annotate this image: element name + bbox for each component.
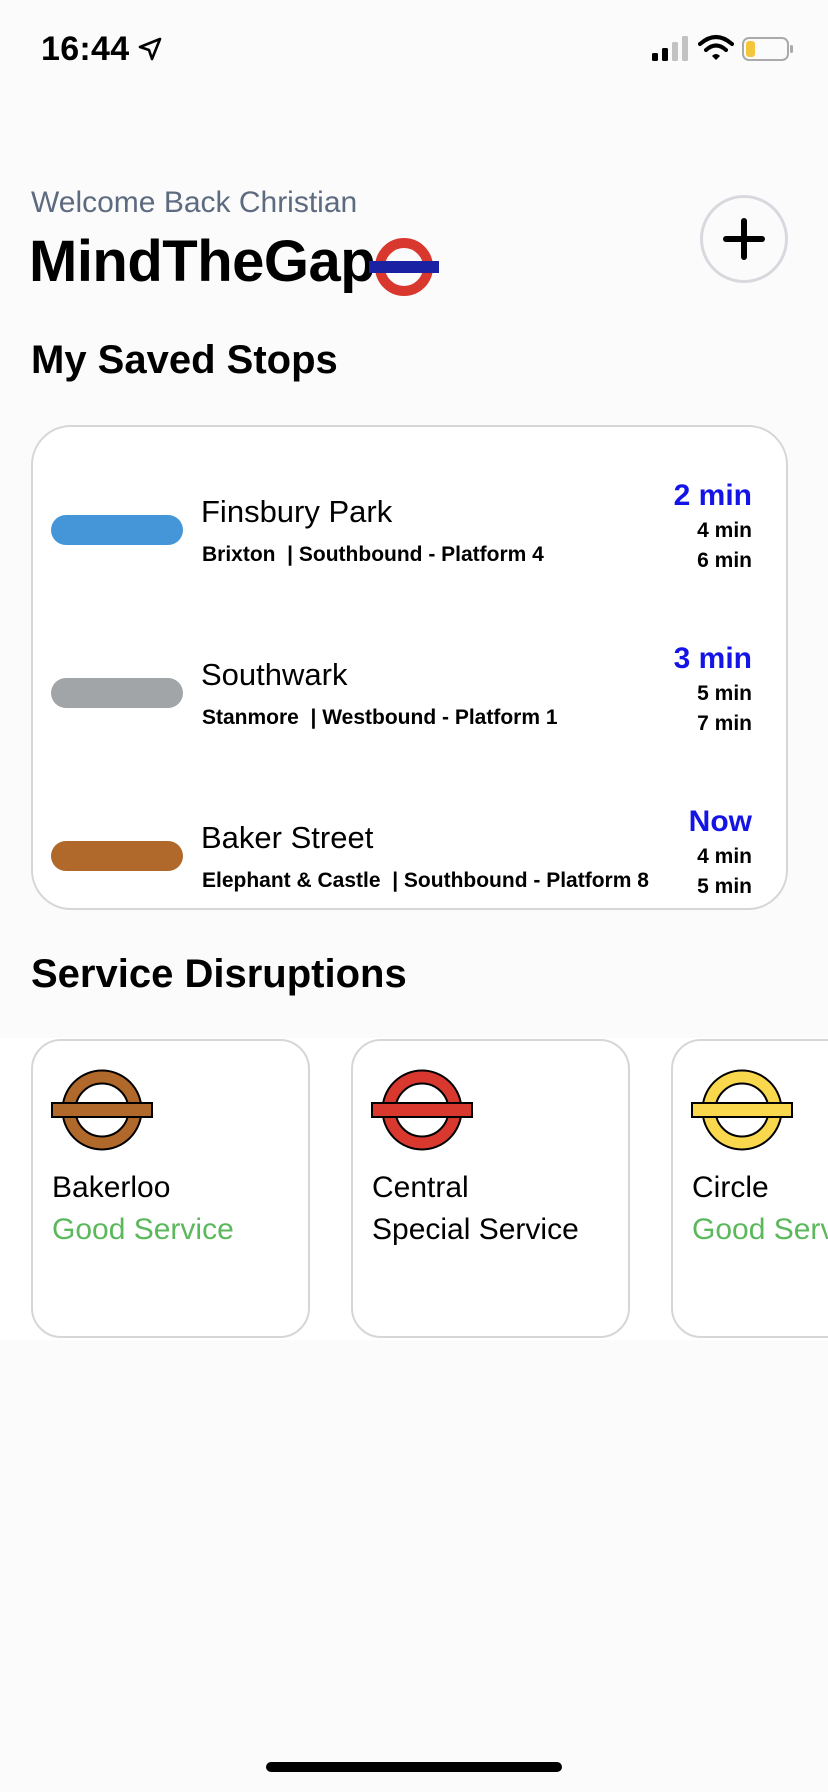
stop-name: Finsbury Park: [201, 494, 393, 529]
following-arrival: 7 min: [697, 712, 752, 735]
stop-detail: Stanmore | Westbound - Platform 1: [202, 706, 558, 729]
next-arrival: Now: [688, 805, 752, 838]
underground-roundel-icon: [371, 1069, 473, 1151]
line-status: Good Service: [52, 1213, 234, 1246]
line-color-pill: [51, 515, 183, 545]
stop-name: Southwark: [201, 657, 348, 692]
following-arrival: 6 min: [697, 549, 752, 572]
underground-roundel-icon: [369, 238, 439, 296]
add-stop-button[interactable]: [700, 195, 788, 283]
stop-detail: Elephant & Castle | Southbound - Platfor…: [202, 869, 649, 892]
following-arrival: 5 min: [697, 875, 752, 898]
line-name: Central: [372, 1171, 469, 1204]
battery-icon: [742, 37, 793, 61]
saved-stop-southwark[interactable]: Southwark Stanmore | Westbound - Platfor…: [33, 606, 790, 756]
next-arrival: 2 min: [673, 479, 752, 512]
next-arrival: 3 min: [673, 642, 752, 675]
home-indicator[interactable]: [266, 1762, 562, 1772]
line-color-pill: [51, 841, 183, 871]
saved-stops-title: My Saved Stops: [31, 338, 338, 382]
line-status: Good Service: [692, 1213, 828, 1246]
stop-detail: Brixton | Southbound - Platform 4: [202, 543, 544, 566]
cellular-signal-icon: [652, 36, 688, 61]
following-arrival: 4 min: [697, 519, 752, 542]
underground-roundel-icon: [51, 1069, 153, 1151]
saved-stop-finsbury-park[interactable]: Finsbury Park Brixton | Southbound - Pla…: [33, 443, 790, 593]
disruption-card-bakerloo[interactable]: Bakerloo Good Service: [31, 1039, 310, 1338]
plus-icon: [723, 218, 765, 260]
saved-stops-card: Finsbury Park Brixton | Southbound - Pla…: [31, 425, 788, 910]
stop-name: Baker Street: [201, 820, 374, 855]
wifi-icon: [698, 35, 734, 60]
following-arrival: 4 min: [697, 845, 752, 868]
welcome-message: Welcome Back Christian: [31, 186, 358, 219]
app-title: MindTheGap: [29, 229, 376, 294]
line-name: Bakerloo: [52, 1171, 171, 1204]
home-screen: 16:44 Welcome Back Christian MindTheGap: [0, 0, 828, 1792]
following-arrival: 5 min: [697, 682, 752, 705]
status-bar: 16:44: [0, 0, 828, 100]
disruption-card-central[interactable]: Central Special Service: [351, 1039, 630, 1338]
line-color-pill: [51, 678, 183, 708]
location-arrow-icon: [138, 37, 162, 61]
disruption-card-circle[interactable]: Circle Good Service: [671, 1039, 828, 1338]
status-time: 16:44: [41, 30, 130, 68]
service-disruptions-title: Service Disruptions: [31, 952, 407, 996]
saved-stop-baker-street[interactable]: Baker Street Elephant & Castle | Southbo…: [33, 769, 790, 919]
line-status: Special Service: [372, 1213, 579, 1246]
line-name: Circle: [692, 1171, 769, 1204]
underground-roundel-icon: [691, 1069, 793, 1151]
